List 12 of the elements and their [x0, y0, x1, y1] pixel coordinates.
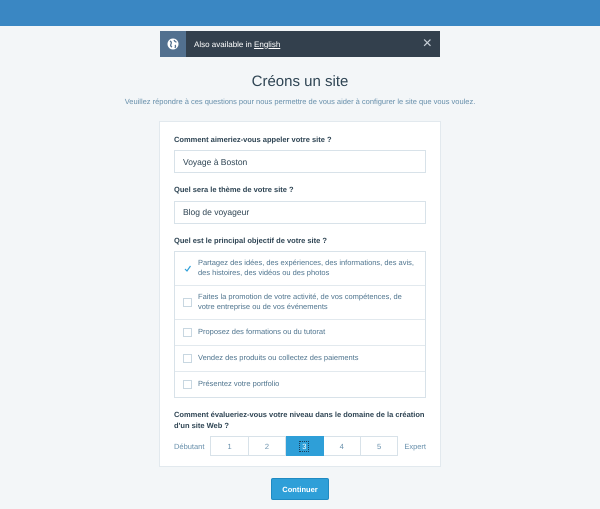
close-button[interactable]: × [414, 36, 440, 52]
banner-text: Also available in English [194, 40, 282, 48]
english-link[interactable]: English [254, 40, 280, 48]
checkbox[interactable] [183, 298, 192, 307]
input-field[interactable]: Voyage à Boston [174, 150, 426, 174]
globe-icon [160, 31, 186, 57]
checkbox[interactable] [183, 380, 192, 389]
page-title: Créons un site [250, 73, 350, 90]
input-field[interactable]: Blog de voyageur [174, 200, 426, 224]
checkbox[interactable] [183, 354, 192, 363]
checkbox[interactable] [183, 264, 192, 273]
checkbox[interactable] [183, 328, 192, 337]
